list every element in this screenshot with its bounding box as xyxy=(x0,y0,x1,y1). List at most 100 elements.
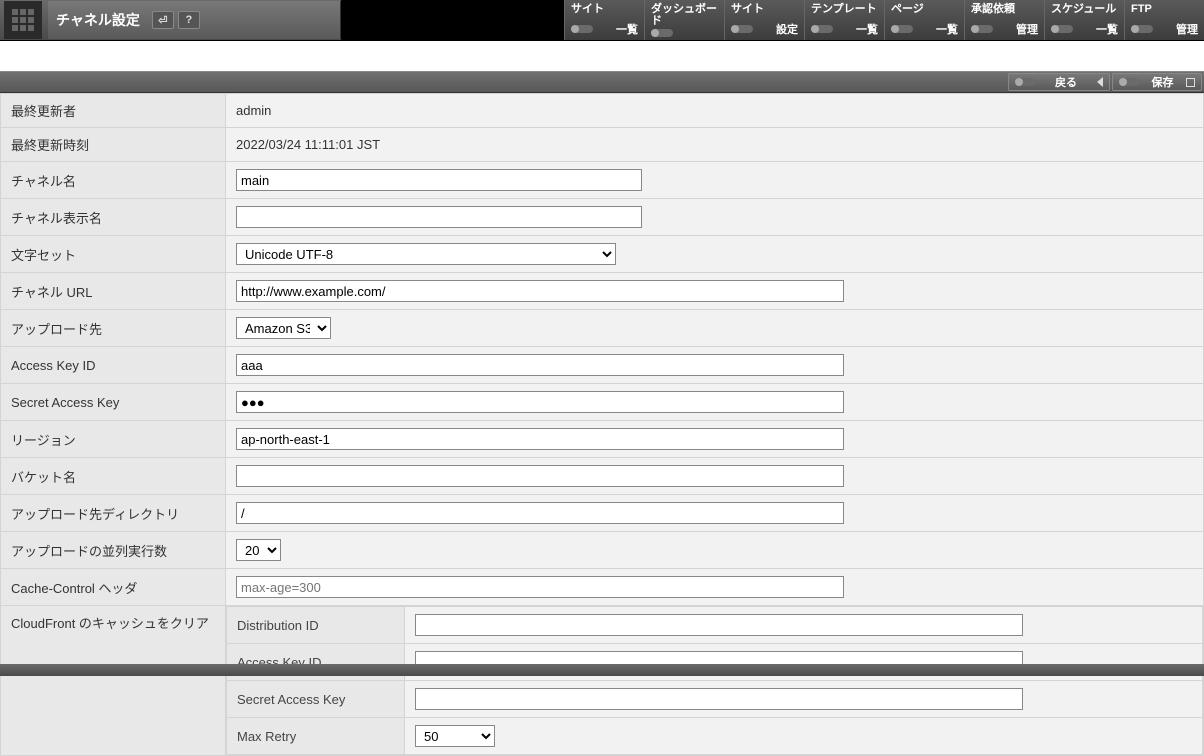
nav-sub: 設定 xyxy=(776,21,798,37)
upload-parallel-select[interactable]: 20 xyxy=(236,539,281,561)
nav-label: ページ xyxy=(891,3,958,15)
value-updated-by: admin xyxy=(236,103,271,118)
save-label: 保存 xyxy=(1152,74,1174,90)
row-cloudfront-distribution-id: CloudFront のキャッシュをクリア Distribution ID Ac… xyxy=(1,606,1204,756)
nav-page-list[interactable]: ページ 一覧 xyxy=(884,0,964,40)
cache-control-input[interactable] xyxy=(236,576,844,598)
label-cf-max-retry: Max Retry xyxy=(227,718,405,755)
bucket-input[interactable] xyxy=(236,465,844,487)
secret-access-key-input[interactable] xyxy=(236,391,844,413)
label-upload-dir: アップロード先ディレクトリ xyxy=(1,495,226,532)
app-logo[interactable] xyxy=(4,1,42,39)
label-cf-distribution-id: Distribution ID xyxy=(227,607,405,644)
nav-label: サイト xyxy=(571,3,638,15)
label-upload-target: アップロード先 xyxy=(1,310,226,347)
nav-template-list[interactable]: テンプレート 一覧 xyxy=(804,0,884,40)
nav-label: ダッシュボード xyxy=(651,3,718,27)
nav-approval[interactable]: 承認依頼 管理 xyxy=(964,0,1044,40)
page-title: チャネル設定 xyxy=(56,10,140,30)
value-updated-at: 2022/03/24 11:11:01 JST xyxy=(236,137,380,152)
topbar: チャネル設定 ⏎ ? サイト 一覧 ダッシュボード サイト 設定 テンプレート … xyxy=(0,0,1204,41)
toggle-icon xyxy=(891,25,913,33)
save-icon xyxy=(1186,78,1195,87)
toggle-icon xyxy=(651,29,673,37)
row-charset: 文字セット Unicode UTF-8 xyxy=(1,236,1204,273)
nav-dashboard[interactable]: ダッシュボード xyxy=(644,0,724,40)
back-label: 戻る xyxy=(1055,74,1077,90)
topbar-left: チャネル設定 ⏎ ? xyxy=(0,0,341,40)
row-secret-access-key: Secret Access Key xyxy=(1,384,1204,421)
footer-bar xyxy=(0,664,1204,676)
row-channel-url: チャネル URL xyxy=(1,273,1204,310)
toggle-icon xyxy=(571,25,593,33)
nav-ftp[interactable]: FTP 管理 xyxy=(1124,0,1204,40)
row-upload-target: アップロード先 Amazon S3 xyxy=(1,310,1204,347)
nav-sub: 一覧 xyxy=(1096,21,1118,37)
spacer xyxy=(0,41,1204,71)
label-region: リージョン xyxy=(1,421,226,458)
channel-settings-form: 最終更新者 admin 最終更新時刻 2022/03/24 11:11:01 J… xyxy=(0,93,1204,756)
toggle-icon xyxy=(1051,25,1073,33)
row-upload-parallel: アップロードの並列実行数 20 xyxy=(1,532,1204,569)
action-bar: 戻る 保存 xyxy=(0,71,1204,93)
nav-sub: 管理 xyxy=(1016,21,1038,37)
row-cache-control: Cache-Control ヘッダ xyxy=(1,569,1204,606)
cf-secret-access-key-input[interactable] xyxy=(415,688,1023,710)
logo-icon xyxy=(12,9,34,31)
nav-label: テンプレート xyxy=(811,3,878,15)
toggle-icon xyxy=(971,25,993,33)
label-bucket: バケット名 xyxy=(1,458,226,495)
channel-url-input[interactable] xyxy=(236,280,844,302)
access-key-id-input[interactable] xyxy=(236,354,844,376)
page-title-bar: チャネル設定 ⏎ ? xyxy=(48,1,341,39)
nav-sub: 一覧 xyxy=(856,21,878,37)
label-cf-secret-access-key: Secret Access Key xyxy=(227,681,405,718)
row-upload-dir: アップロード先ディレクトリ xyxy=(1,495,1204,532)
nav-site-list[interactable]: サイト 一覧 xyxy=(564,0,644,40)
handle-icon xyxy=(1015,78,1035,86)
toggle-icon xyxy=(811,25,833,33)
channel-display-name-input[interactable] xyxy=(236,206,642,228)
label-updated-at: 最終更新時刻 xyxy=(1,128,226,162)
label-secret-access-key: Secret Access Key xyxy=(1,384,226,421)
nav-sub: 管理 xyxy=(1176,21,1198,37)
upload-dir-input[interactable] xyxy=(236,502,844,524)
return-icon[interactable]: ⏎ xyxy=(152,11,174,29)
toggle-icon xyxy=(1131,25,1153,33)
nav-label: スケジュール xyxy=(1051,3,1118,15)
row-access-key-id: Access Key ID xyxy=(1,347,1204,384)
label-access-key-id: Access Key ID xyxy=(1,347,226,384)
save-button[interactable]: 保存 xyxy=(1112,73,1202,91)
label-updated-by: 最終更新者 xyxy=(1,94,226,128)
help-icon[interactable]: ? xyxy=(178,11,200,29)
nav-site-settings[interactable]: サイト 設定 xyxy=(724,0,804,40)
handle-icon xyxy=(1119,78,1139,86)
row-updated-at: 最終更新時刻 2022/03/24 11:11:01 JST xyxy=(1,128,1204,162)
nav-label: サイト xyxy=(731,3,798,15)
region-input[interactable] xyxy=(236,428,844,450)
nav-schedule[interactable]: スケジュール 一覧 xyxy=(1044,0,1124,40)
charset-select[interactable]: Unicode UTF-8 xyxy=(236,243,616,265)
topbar-nav: サイト 一覧 ダッシュボード サイト 設定 テンプレート 一覧 ページ 一覧 承… xyxy=(564,0,1204,40)
channel-name-input[interactable] xyxy=(236,169,642,191)
back-button[interactable]: 戻る xyxy=(1008,73,1110,91)
row-region: リージョン xyxy=(1,421,1204,458)
label-channel-name: チャネル名 xyxy=(1,162,226,199)
upload-target-select[interactable]: Amazon S3 xyxy=(236,317,331,339)
label-charset: 文字セット xyxy=(1,236,226,273)
row-updated-by: 最終更新者 admin xyxy=(1,94,1204,128)
label-channel-display-name: チャネル表示名 xyxy=(1,199,226,236)
cf-max-retry-select[interactable]: 50 xyxy=(415,725,495,747)
nav-sub: 一覧 xyxy=(616,21,638,37)
toggle-icon xyxy=(731,25,753,33)
row-channel-display-name: チャネル表示名 xyxy=(1,199,1204,236)
nav-label: FTP xyxy=(1131,3,1198,15)
nav-sub: 一覧 xyxy=(936,21,958,37)
row-channel-name: チャネル名 xyxy=(1,162,1204,199)
cf-distribution-id-input[interactable] xyxy=(415,614,1023,636)
label-channel-url: チャネル URL xyxy=(1,273,226,310)
row-bucket: バケット名 xyxy=(1,458,1204,495)
label-cache-control: Cache-Control ヘッダ xyxy=(1,569,226,606)
arrow-left-icon xyxy=(1097,77,1103,87)
label-cloudfront: CloudFront のキャッシュをクリア xyxy=(1,606,226,756)
